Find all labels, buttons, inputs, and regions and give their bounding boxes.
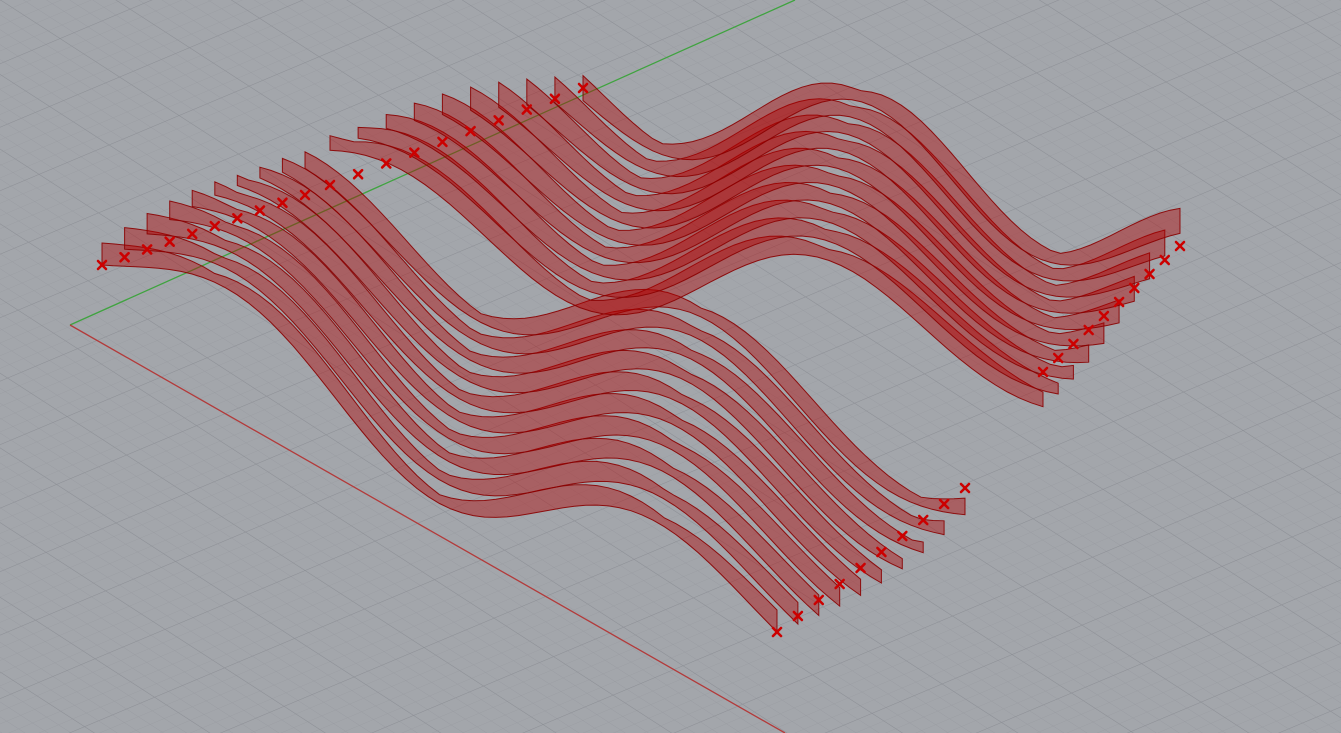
perspective-3d-viewport[interactable] — [0, 0, 1341, 733]
scene-canvas[interactable] — [0, 0, 1341, 733]
